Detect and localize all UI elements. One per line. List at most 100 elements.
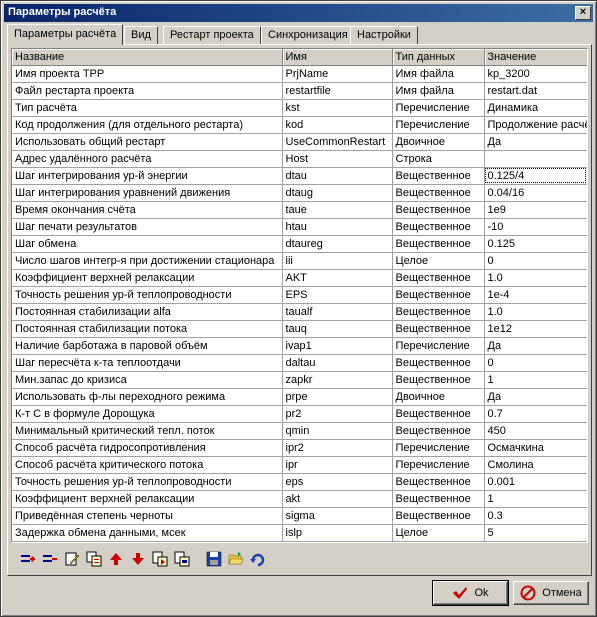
title-bar[interactable]: Параметры расчёта × (4, 4, 593, 22)
param-value-cell[interactable]: -10 (484, 218, 587, 236)
tab-calc-params[interactable]: Параметры расчёта (7, 24, 124, 45)
param-value-cell[interactable]: Да (484, 337, 587, 355)
param-value-cell[interactable]: Динамика (484, 99, 587, 117)
param-value-cell[interactable]: 1 (484, 490, 587, 508)
param-value-cell[interactable]: 0.125 (484, 235, 587, 253)
param-value-cell[interactable]: 0.001 (484, 473, 587, 491)
tab-project-restart[interactable]: Рестарт проекта (163, 26, 261, 44)
param-value-cell[interactable]: Осмачкина (484, 439, 587, 457)
param-value-cell[interactable]: 1 (484, 371, 587, 389)
save-button[interactable] (204, 549, 224, 569)
column-header-name[interactable]: Название (12, 49, 283, 66)
param-value-cell[interactable]: Смолина (484, 456, 587, 474)
cancel-button[interactable]: Отмена (513, 581, 589, 605)
table-row[interactable]: Мин.запас до кризиса zapkr Вещественное 1 (12, 371, 587, 389)
param-value-cell[interactable]: 1.0 (484, 303, 587, 321)
table-row[interactable]: Код продолжения (для отдельного рестарта… (12, 116, 587, 134)
param-value-cell[interactable]: 5 (484, 524, 587, 542)
param-value-cell[interactable]: 0 (484, 354, 587, 372)
param-value-cell[interactable] (484, 150, 587, 168)
param-id-cell: dtau (282, 167, 393, 185)
table-row[interactable]: Использовать ф-лы переходного режима prpe… (12, 388, 587, 406)
param-name-cell: Имя проекта ТРР (12, 65, 283, 83)
table-row[interactable]: Шаг печати результатов htau Вещественное -1… (12, 218, 587, 236)
param-value-cell[interactable]: 0.3 (484, 507, 587, 525)
table-body: Имя проекта ТРР PrjName Имя файла kp_3200 Фа… (12, 65, 587, 542)
import-button[interactable] (150, 549, 170, 569)
param-id-cell: kst (282, 99, 393, 117)
table-row[interactable]: Постоянная стабилизации потока tauq Вещест… (12, 320, 587, 338)
param-value-cell[interactable]: 1e9 (484, 201, 587, 219)
table-row[interactable]: Шаг пересчёта к-та теплоотдачи daltau Веще… (12, 354, 587, 372)
tab-sync[interactable]: Синхронизация (261, 26, 355, 44)
table-row[interactable]: Время окончания счёта taue Вещественное 1e9 (12, 201, 587, 219)
param-id-cell: tauq (282, 320, 393, 338)
param-value-cell[interactable]: 0.7 (484, 405, 587, 423)
param-value-cell[interactable]: 0 (484, 252, 587, 270)
edit-button[interactable] (62, 549, 82, 569)
table-row[interactable]: Адрес удалённого расчёта Host Строка (12, 150, 587, 168)
table-row[interactable]: Приведённая степень черноты sigma Веществе… (12, 507, 587, 525)
param-id-cell: prpe (282, 388, 393, 406)
add-row-button[interactable] (18, 549, 38, 569)
param-value-cell[interactable]: 0.125/4 (484, 167, 587, 185)
param-value-cell[interactable]: 1.0 (484, 269, 587, 287)
export-button[interactable] (172, 549, 192, 569)
param-id-cell: taue (282, 201, 393, 219)
table-row[interactable]: Точность решения ур-й теплопроводности ep… (12, 473, 587, 491)
parameters-dialog: Параметры расчёта × Параметры расчёта Ви… (0, 0, 597, 617)
move-up-button[interactable] (106, 549, 126, 569)
table-row[interactable]: Коэффициент верхней релаксации akt Веществ… (12, 490, 587, 508)
table-row[interactable]: Шаг интегрирования ур-й энергии dtau Вещес… (12, 167, 587, 185)
param-value-cell[interactable]: restart.dat (484, 82, 587, 100)
param-type-cell: Вещественное (392, 184, 485, 202)
open-button[interactable] (226, 549, 246, 569)
table-row[interactable]: Число шагов интегр-я при достижении стац… (12, 252, 587, 270)
copy-button[interactable] (84, 549, 104, 569)
param-value-cell[interactable]: kp_3200 (484, 65, 587, 83)
param-id-cell: ipr (282, 456, 393, 474)
param-value-cell[interactable]: 450 (484, 422, 587, 440)
refresh-button[interactable] (248, 549, 268, 569)
table-row[interactable]: Файл рестарта проекта restartfile Имя файл… (12, 82, 587, 100)
param-value-cell[interactable]: 1e-4 (484, 286, 587, 304)
move-down-button[interactable] (128, 549, 148, 569)
table-row[interactable]: Способ расчёта критического потока ipr Пер… (12, 456, 587, 474)
table-row[interactable]: Постоянная стабилизации alfa taualf Вещест… (12, 303, 587, 321)
tab-settings[interactable]: Настройки (350, 26, 418, 44)
table-row[interactable]: Наличие барботажа в паровой объём ivap1 Пе… (12, 337, 587, 355)
table-row[interactable]: Минимальный критический тепл. поток qmin В… (12, 422, 587, 440)
param-id-cell: akt (282, 490, 393, 508)
param-value-cell[interactable]: Продолжение расчёта (484, 116, 587, 134)
param-name-cell: Минимальный критический тепл. поток (12, 422, 283, 440)
param-value-cell[interactable]: Да (484, 388, 587, 406)
table-row[interactable]: Шаг интегрирования уравнений движения dta… (12, 184, 587, 202)
param-name-cell: Наличие барботажа в паровой объём (12, 337, 283, 355)
param-name-cell: Постоянная стабилизации потока (12, 320, 283, 338)
param-name-cell: Время окончания счёта (12, 201, 283, 219)
param-value-cell[interactable]: Да (484, 133, 587, 151)
table-row[interactable]: К-т С в формуле Дорощука pr2 Вещественное 0… (12, 405, 587, 423)
param-value-cell[interactable]: 1e12 (484, 320, 587, 338)
table-row[interactable]: Имя проекта ТРР PrjName Имя файла kp_3200 (12, 65, 587, 83)
column-header-value[interactable]: Значение (484, 49, 587, 66)
remove-row-button[interactable] (40, 549, 60, 569)
table-row[interactable]: Способ расчёта гидросопротивления ipr2 Пер… (12, 439, 587, 457)
param-value-cell[interactable]: 0.04/16 (484, 184, 587, 202)
table-row[interactable]: Коэффициент верхней релаксации AKT Веществ… (12, 269, 587, 287)
column-header-id[interactable]: Имя (282, 49, 393, 66)
tab-view[interactable]: Вид (124, 26, 158, 44)
table-row[interactable]: Использовать общий рестарт UseCommonResta… (12, 133, 587, 151)
table-row[interactable]: Шаг обмена dtaureg Вещественное 0.125 (12, 235, 587, 253)
param-type-cell: Целое (392, 524, 485, 542)
table-row[interactable]: Задержка обмена данными, мсек islp Целое 5 (12, 524, 587, 542)
parameters-grid[interactable]: Название Имя Тип данных Значение Имя про… (11, 48, 588, 543)
param-name-cell: Число шагов интегр-я при достижении стац… (12, 252, 283, 270)
param-id-cell: taualf (282, 303, 393, 321)
ok-button[interactable]: Ok (432, 580, 509, 606)
table-row[interactable]: Точность решения ур-й теплопроводности EP… (12, 286, 587, 304)
column-header-type[interactable]: Тип данных (392, 49, 485, 66)
close-button[interactable]: × (575, 6, 591, 20)
param-name-cell: Точность решения ур-й теплопроводности (12, 286, 283, 304)
table-row[interactable]: Тип расчёта kst Перечисление Динамика (12, 99, 587, 117)
